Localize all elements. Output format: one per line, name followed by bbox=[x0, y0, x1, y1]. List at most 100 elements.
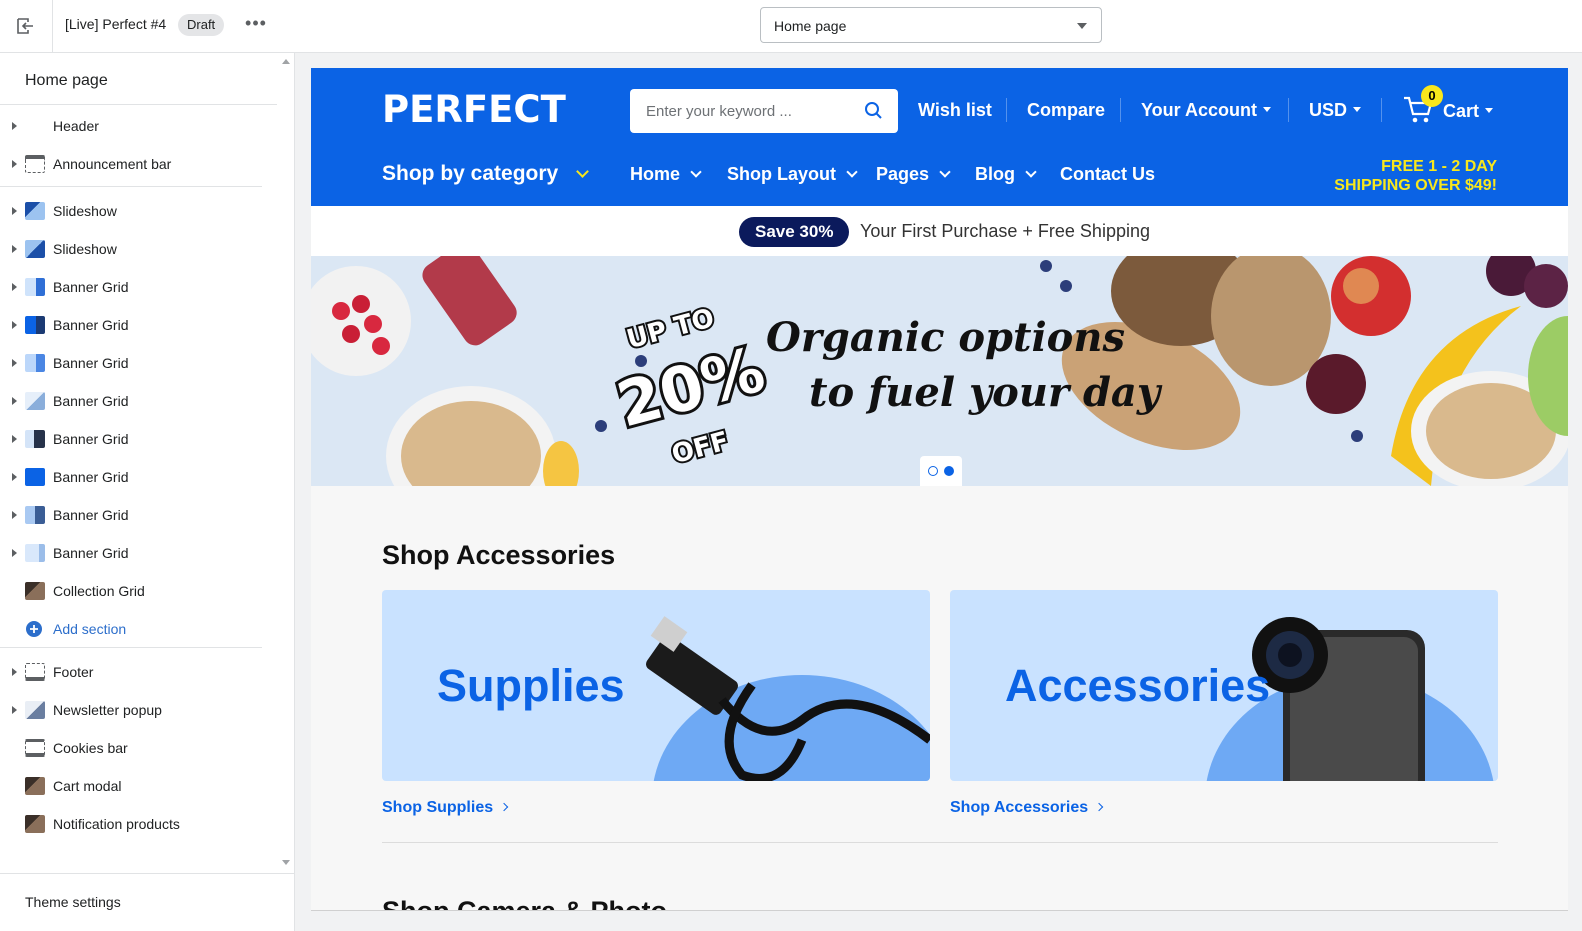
store-logo[interactable]: PERFECT bbox=[382, 88, 566, 131]
sidebar-item-footer[interactable]: Footer bbox=[0, 653, 277, 691]
scroll-up-icon[interactable] bbox=[282, 59, 290, 64]
divider bbox=[1381, 98, 1382, 122]
expand-arrow-icon[interactable] bbox=[12, 283, 17, 291]
free-shipping-line1: FREE 1 - 2 DAY bbox=[1381, 158, 1497, 175]
expand-arrow-icon[interactable] bbox=[12, 245, 17, 253]
nav-contact-us[interactable]: Contact Us bbox=[1060, 164, 1155, 185]
sidebar-item-label: Cookies bar bbox=[53, 740, 128, 756]
accessories-banner[interactable]: Accessories bbox=[950, 590, 1498, 781]
sidebar-item-cart-modal[interactable]: Cart modal bbox=[0, 767, 277, 805]
sidebar-item-banner-grid[interactable]: Banner Grid bbox=[0, 534, 277, 572]
nav-home[interactable]: Home bbox=[630, 164, 702, 185]
more-actions-button[interactable]: ••• bbox=[244, 12, 268, 38]
shop-by-category-label: Shop by category bbox=[382, 162, 559, 185]
divider bbox=[0, 104, 277, 105]
scroll-down-icon[interactable] bbox=[282, 860, 290, 865]
wishlist-link[interactable]: Wish list bbox=[918, 100, 992, 121]
page-select[interactable]: Home page bbox=[760, 7, 1102, 43]
shop-supplies-link[interactable]: Shop Supplies bbox=[382, 799, 509, 817]
search-input[interactable]: Enter your keyword ... bbox=[630, 89, 898, 133]
expand-arrow-icon[interactable] bbox=[12, 511, 17, 519]
page-select-value: Home page bbox=[774, 18, 847, 34]
sidebar-item-label: Banner Grid bbox=[53, 317, 129, 333]
sidebar-item-label: Header bbox=[53, 118, 99, 134]
hero-headline-line1: Organic options bbox=[766, 314, 1125, 361]
search-icon[interactable] bbox=[864, 101, 883, 120]
expand-arrow-icon[interactable] bbox=[12, 160, 17, 168]
sidebar-item-banner-grid[interactable]: Banner Grid bbox=[0, 382, 277, 420]
editor-topbar: [Live] Perfect #4 Draft ••• Home page bbox=[0, 0, 1582, 53]
announcement-bar: Save 30% Your First Purchase + Free Ship… bbox=[311, 206, 1568, 256]
supplies-banner[interactable]: Supplies bbox=[382, 590, 930, 781]
slide-dot-active[interactable] bbox=[944, 466, 954, 476]
sidebar-item-notification-products[interactable]: Notification products bbox=[0, 805, 277, 843]
sidebar-item-header[interactable]: Header bbox=[0, 107, 277, 145]
banner-thumb-icon bbox=[25, 316, 45, 334]
sidebar-item-banner-grid[interactable]: Banner Grid bbox=[0, 496, 277, 534]
store-preview: PERFECT Enter your keyword ... Wish list… bbox=[311, 68, 1568, 911]
banner-thumb-icon bbox=[25, 392, 45, 410]
sidebar-item-label: Banner Grid bbox=[53, 507, 129, 523]
hero-slideshow[interactable]: UP TO 20% OFF Organic options to fuel yo… bbox=[311, 256, 1568, 486]
banner-thumb-icon bbox=[25, 430, 45, 448]
currency-label: USD bbox=[1309, 100, 1348, 120]
expand-arrow-icon[interactable] bbox=[12, 706, 17, 714]
newsletter-thumb-icon bbox=[25, 701, 45, 719]
shop-by-category-menu[interactable]: Shop by category bbox=[382, 162, 590, 186]
expand-arrow-icon[interactable] bbox=[12, 668, 17, 676]
expand-arrow-icon[interactable] bbox=[12, 122, 17, 130]
banner-title: Supplies bbox=[437, 660, 625, 711]
cart-count-badge: 0 bbox=[1421, 85, 1443, 107]
account-menu[interactable]: Your Account bbox=[1141, 100, 1271, 121]
banner-title: Accessories bbox=[1005, 660, 1271, 711]
sidebar-item-collection-grid[interactable]: Collection Grid bbox=[0, 572, 277, 610]
nav-shop-layout[interactable]: Shop Layout bbox=[727, 164, 858, 185]
cookies-thumb-icon bbox=[25, 739, 45, 757]
sidebar-item-slideshow[interactable]: Slideshow bbox=[0, 230, 277, 268]
divider bbox=[1006, 98, 1007, 122]
sidebar-item-slideshow[interactable]: Slideshow bbox=[0, 192, 277, 230]
theme-settings-button[interactable]: Theme settings bbox=[0, 873, 295, 931]
currency-select[interactable]: USD bbox=[1309, 100, 1362, 121]
compare-link[interactable]: Compare bbox=[1027, 100, 1105, 121]
sidebar-item-label: Banner Grid bbox=[53, 393, 129, 409]
divider bbox=[0, 647, 262, 648]
expand-arrow-icon[interactable] bbox=[12, 397, 17, 405]
shop-accessories-link[interactable]: Shop Accessories bbox=[950, 799, 1104, 817]
plus-circle-icon bbox=[26, 621, 42, 637]
sidebar-item-banner-grid[interactable]: Banner Grid bbox=[0, 458, 277, 496]
banner-thumb-icon bbox=[25, 278, 45, 296]
add-section-button[interactable]: Add section bbox=[0, 610, 277, 648]
account-label: Your Account bbox=[1141, 100, 1257, 120]
expand-arrow-icon[interactable] bbox=[12, 321, 17, 329]
sidebar-item-newsletter-popup[interactable]: Newsletter popup bbox=[0, 691, 277, 729]
slide-dot[interactable] bbox=[928, 466, 938, 476]
expand-arrow-icon[interactable] bbox=[12, 473, 17, 481]
save-badge: Save 30% bbox=[739, 217, 850, 247]
sidebar-item-label: Banner Grid bbox=[53, 279, 129, 295]
nav-blog[interactable]: Blog bbox=[975, 164, 1037, 185]
sidebar-item-label: Banner Grid bbox=[53, 355, 129, 371]
chevron-down-icon bbox=[1025, 166, 1037, 178]
expand-arrow-icon[interactable] bbox=[12, 359, 17, 367]
divider bbox=[1120, 98, 1121, 122]
exit-button[interactable] bbox=[0, 0, 53, 52]
divider bbox=[382, 842, 1498, 843]
sidebar-item-announcement[interactable]: Announcement bar bbox=[0, 145, 277, 183]
sidebar-item-banner-grid[interactable]: Banner Grid bbox=[0, 420, 277, 458]
chevron-down-icon bbox=[846, 166, 858, 178]
nav-pages[interactable]: Pages bbox=[876, 164, 951, 185]
theme-name: [Live] Perfect #4 bbox=[65, 16, 167, 32]
cart-menu[interactable]: Cart bbox=[1443, 101, 1494, 122]
expand-arrow-icon[interactable] bbox=[12, 435, 17, 443]
sidebar-scrollbar[interactable] bbox=[278, 53, 294, 873]
sidebar-item-banner-grid[interactable]: Banner Grid bbox=[0, 344, 277, 382]
add-section-label: Add section bbox=[53, 621, 127, 637]
expand-arrow-icon[interactable] bbox=[12, 549, 17, 557]
sidebar-item-label: Slideshow bbox=[53, 203, 117, 219]
sidebar-item-cookies-bar[interactable]: Cookies bar bbox=[0, 729, 277, 767]
sidebar-item-banner-grid[interactable]: Banner Grid bbox=[0, 306, 277, 344]
nav-label: Shop Layout bbox=[727, 164, 836, 184]
sidebar-item-banner-grid[interactable]: Banner Grid bbox=[0, 268, 277, 306]
expand-arrow-icon[interactable] bbox=[12, 207, 17, 215]
